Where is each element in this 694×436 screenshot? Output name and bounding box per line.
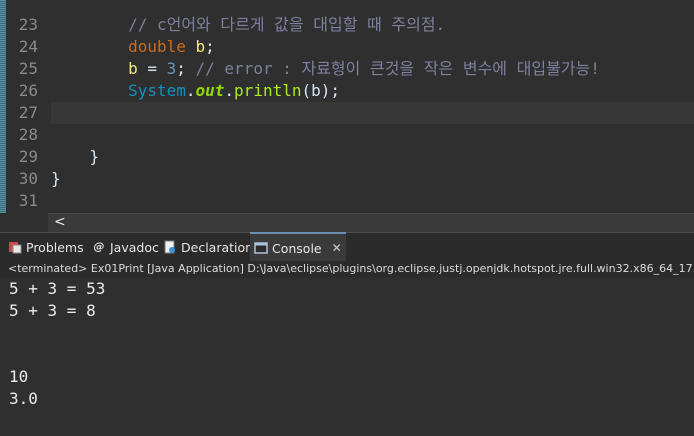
console-status-line: <terminated> Ex01Print [Java Application… bbox=[0, 261, 694, 277]
javadoc-icon: @ bbox=[93, 240, 105, 253]
inline-comment: // error : 자료형이 큰것을 작은 변수에 대입불가능! bbox=[185, 59, 600, 78]
tab-javadoc[interactable]: @ Javadoc bbox=[92, 233, 159, 261]
code-line-comment[interactable]: // c언어와 다르게 값을 대입할 때 주의점. bbox=[51, 14, 694, 36]
class-system: System bbox=[128, 81, 186, 100]
output-line: 5 + 3 = 8 bbox=[9, 301, 96, 320]
tab-problems[interactable]: Problems bbox=[8, 233, 84, 261]
horizontal-scrollbar[interactable]: < bbox=[48, 213, 694, 232]
line-number: 29 bbox=[18, 147, 38, 166]
arguments: (b); bbox=[301, 81, 341, 100]
code-line-declaration[interactable]: double b; bbox=[51, 36, 694, 58]
line-number: 24 bbox=[18, 37, 38, 56]
bottom-panel-tabs: Problems @ Javadoc Declaration Console ✕ bbox=[0, 232, 694, 262]
declaration-icon bbox=[163, 240, 177, 254]
tab-label: Console bbox=[272, 240, 322, 256]
tab-label: Javadoc bbox=[110, 239, 159, 255]
tab-label: Declaration bbox=[181, 239, 254, 255]
tab-declaration[interactable]: Declaration bbox=[163, 233, 253, 261]
console-icon bbox=[254, 241, 268, 255]
code-editor[interactable]: 23 // c언어와 다르게 값을 대입할 때 주의점. 24 double b… bbox=[0, 0, 694, 213]
code-line-println[interactable]: System.out.println(b); bbox=[51, 80, 694, 102]
tab-console[interactable]: Console ✕ bbox=[250, 232, 346, 262]
semicolon: ; bbox=[205, 37, 215, 56]
code-line-close-brace[interactable]: } bbox=[51, 168, 694, 190]
semicolon: ; bbox=[176, 59, 186, 78]
close-icon[interactable]: ✕ bbox=[332, 241, 342, 255]
current-line-highlight[interactable] bbox=[51, 102, 694, 124]
method-println: println bbox=[234, 81, 302, 100]
line-number: 26 bbox=[18, 81, 38, 100]
keyword-double: double bbox=[128, 37, 186, 56]
output-line: 10 bbox=[9, 367, 29, 386]
variable-b: b bbox=[128, 59, 138, 78]
line-number: 31 bbox=[18, 191, 38, 210]
line-number: 30 bbox=[18, 169, 38, 188]
number-literal: 3 bbox=[166, 59, 177, 78]
console-output[interactable]: 5 + 3 = 53 5 + 3 = 8 10 3.0 bbox=[0, 277, 694, 436]
output-line: 3.0 bbox=[9, 389, 38, 408]
dot: . bbox=[185, 81, 196, 100]
line-number: 27 bbox=[18, 103, 38, 122]
scroll-left-arrow-icon[interactable]: < bbox=[54, 214, 66, 231]
output-line: 5 + 3 = 53 bbox=[9, 279, 106, 298]
line-number: 28 bbox=[18, 125, 38, 144]
static-field-out: out bbox=[195, 81, 225, 100]
problems-icon bbox=[8, 240, 22, 254]
dot: . bbox=[224, 81, 235, 100]
code-line-close-brace[interactable]: } bbox=[51, 146, 694, 168]
line-number: 25 bbox=[18, 59, 38, 78]
line-number: 23 bbox=[18, 15, 38, 34]
tab-label: Problems bbox=[26, 239, 84, 255]
code-line-assignment[interactable]: b = 3; // error : 자료형이 큰것을 작은 변수에 대입불가능! bbox=[51, 58, 694, 80]
variable-b: b bbox=[195, 37, 206, 56]
operator: = bbox=[137, 59, 167, 78]
